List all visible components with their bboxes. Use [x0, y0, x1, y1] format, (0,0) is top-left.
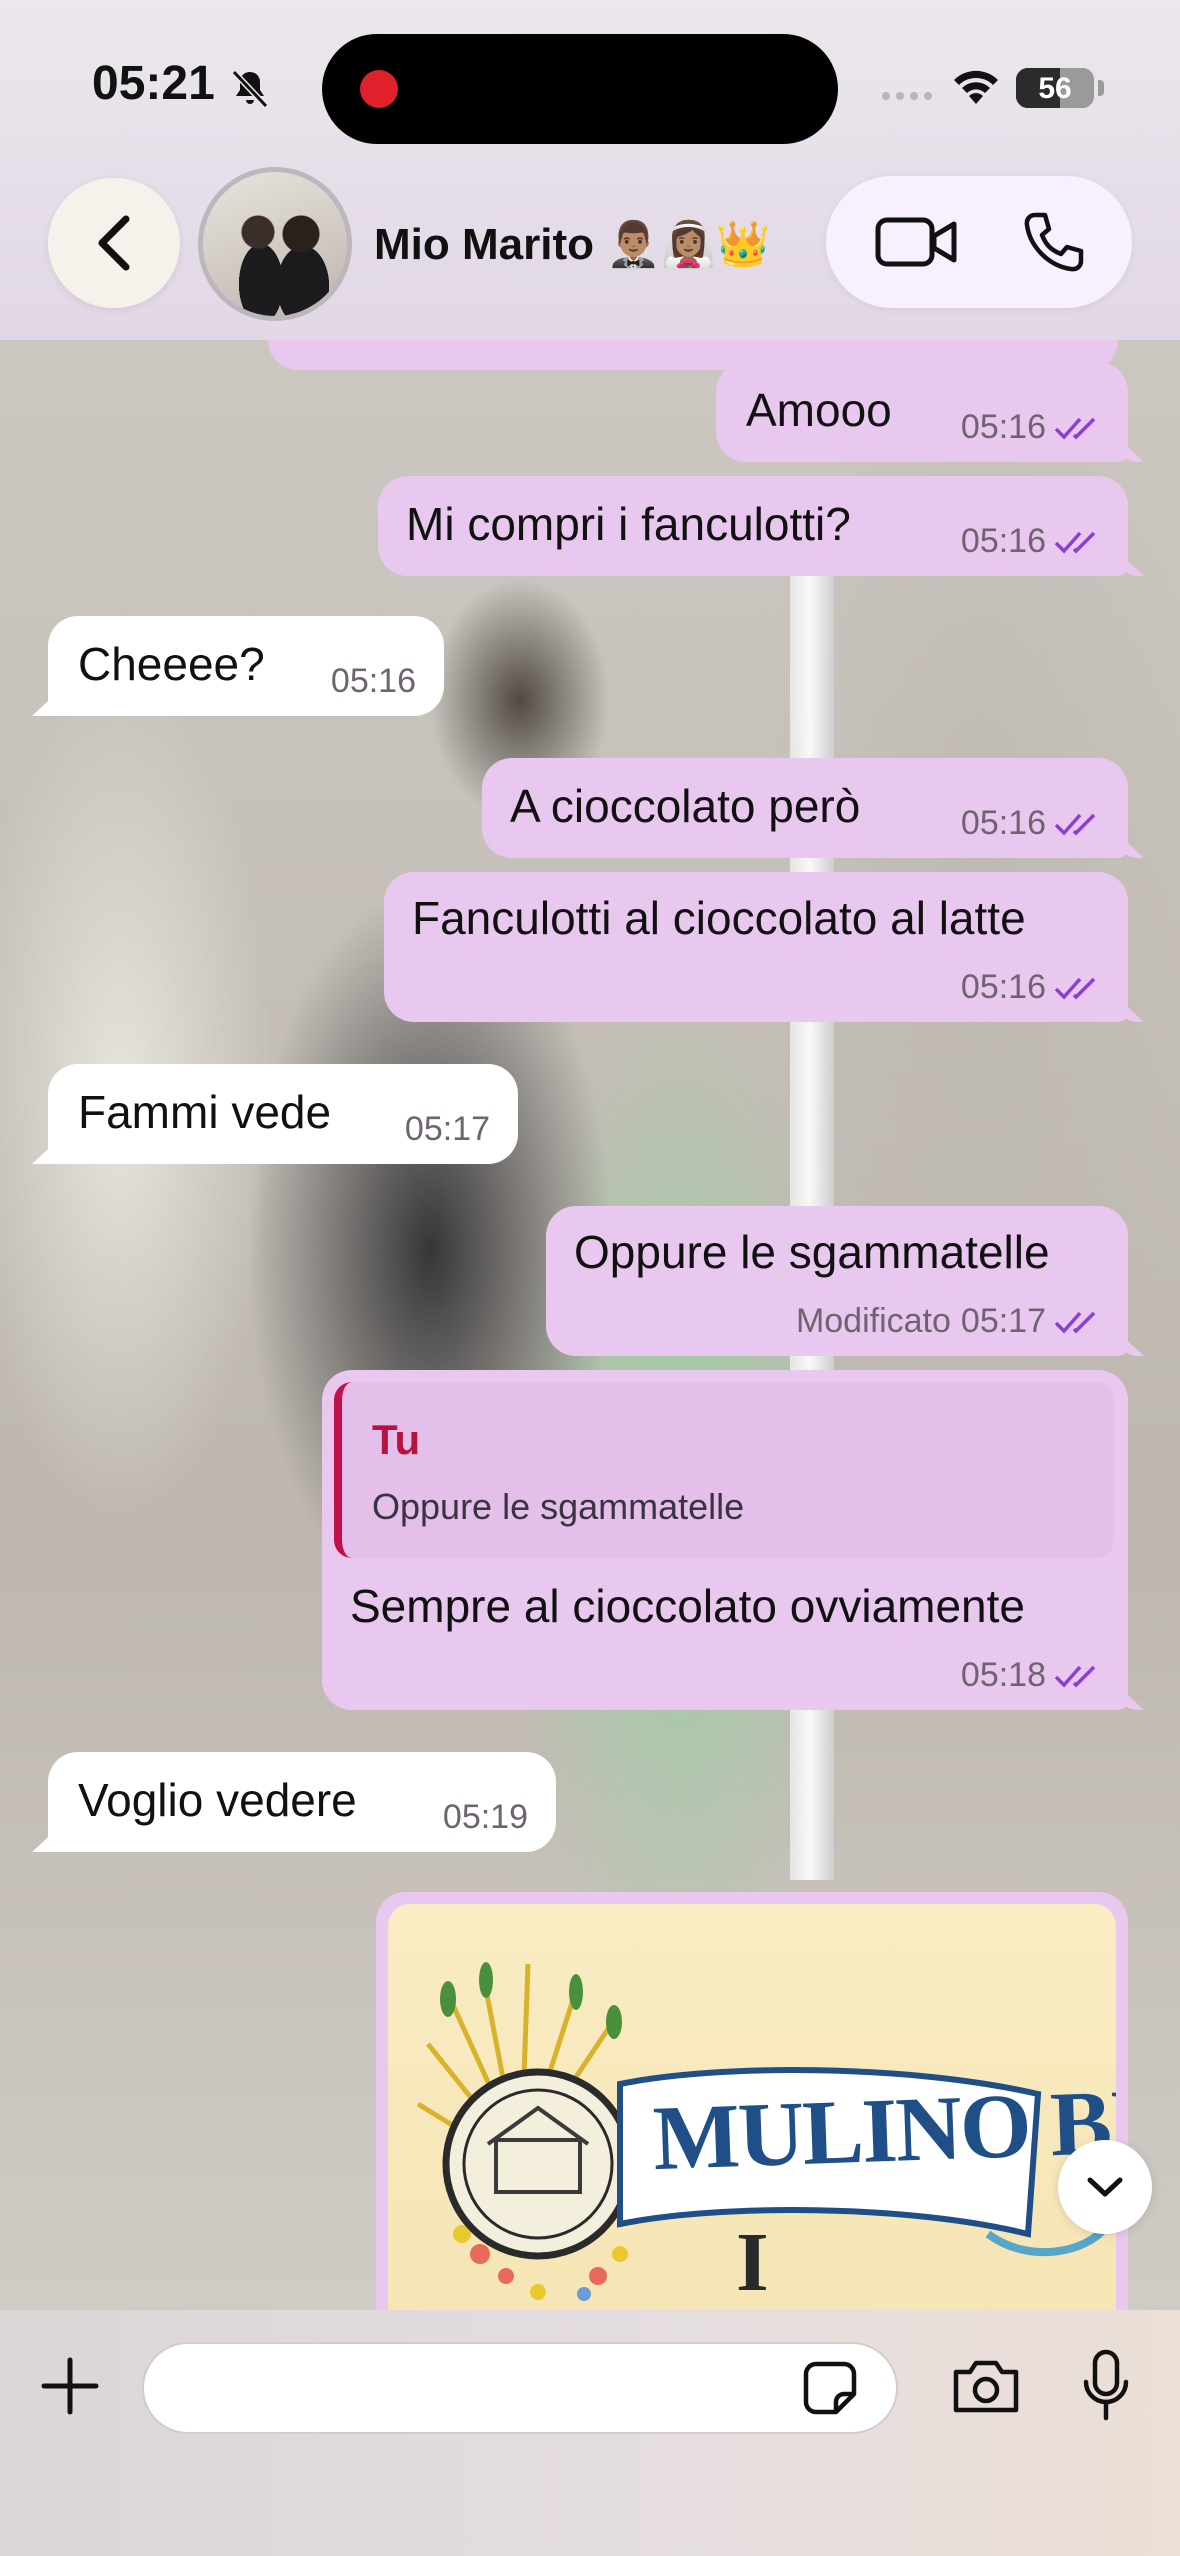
- attach-button[interactable]: [34, 2350, 106, 2422]
- message-time: 05:16: [330, 662, 416, 700]
- message-time: 05:16: [960, 968, 1046, 1006]
- read-ticks-icon: [1054, 1311, 1096, 1334]
- message-text: Mi compri i fanculotti?: [406, 498, 851, 550]
- message-outgoing[interactable]: Mi compri i fanculotti? 05:16: [378, 476, 1128, 576]
- edited-label: Modificato: [795, 1302, 951, 1340]
- wifi-icon: [954, 70, 998, 104]
- message-outgoing[interactable]: Amooo 05:16: [716, 362, 1128, 462]
- message-text: Amooo: [746, 384, 892, 436]
- microphone-button[interactable]: [1074, 2344, 1138, 2428]
- message-meta: 05:16: [331, 662, 416, 701]
- read-ticks-icon: [1054, 813, 1096, 836]
- message-time: 05:19: [442, 1798, 528, 1836]
- message-outgoing[interactable]: Fanculotti al cioccolato al latte 05:16: [384, 872, 1128, 1022]
- message-time: 05:16: [960, 408, 1046, 446]
- message-meta: 05:19: [443, 1798, 528, 1837]
- message-text: Fanculotti al cioccolato al latte: [412, 892, 1026, 944]
- message-meta: 05:17: [405, 1110, 490, 1149]
- message-time: 05:17: [404, 1110, 490, 1148]
- sticker-icon: [803, 2361, 857, 2415]
- voice-call-button[interactable]: [1004, 200, 1104, 284]
- video-camera-icon: [875, 217, 957, 267]
- scroll-to-bottom-button[interactable]: [1058, 2140, 1152, 2234]
- message-input[interactable]: [142, 2342, 898, 2434]
- read-ticks-icon: [1054, 1665, 1096, 1688]
- contact-info[interactable]: Mio Marito 🤵🏽‍♂️👰🏽‍♀️👑: [198, 166, 798, 322]
- contact-name: Mio Marito 🤵🏽‍♂️👰🏽‍♀️👑: [374, 220, 771, 269]
- image-attachment[interactable]: MULINO BIANCO I: [388, 1904, 1116, 2310]
- message-outgoing-image[interactable]: MULINO BIANCO I: [376, 1892, 1128, 2310]
- message-meta: 05:16: [961, 408, 1104, 447]
- back-button[interactable]: [48, 178, 180, 308]
- message-time: 05:16: [960, 804, 1046, 842]
- status-bar: 05:21 56: [0, 0, 1180, 170]
- call-actions: [826, 176, 1132, 308]
- quoted-text: Oppure le sgammatelle: [372, 1486, 745, 1527]
- avatar[interactable]: [198, 167, 352, 321]
- plus-icon: [41, 2357, 99, 2415]
- message-meta: 05:16: [961, 968, 1104, 1007]
- quoted-message[interactable]: Tu Oppure le sgammatelle: [334, 1382, 1114, 1558]
- brand-subtext: I: [736, 2216, 769, 2309]
- read-ticks-icon: [1054, 977, 1096, 1000]
- message-text: A cioccolato però: [510, 780, 861, 832]
- sticker-button[interactable]: [800, 2358, 860, 2418]
- message-outgoing[interactable]: A cioccolato però 05:16: [482, 758, 1128, 858]
- read-ticks-icon: [1054, 417, 1096, 440]
- dynamic-island: [322, 34, 838, 144]
- message-composer: [0, 2310, 1180, 2556]
- message-list[interactable]: Amooo 05:16 Mi compri i fanculotti? 05:1…: [0, 340, 1180, 2310]
- message-text: Cheeee?: [78, 638, 265, 690]
- battery-icon: 56: [1016, 68, 1094, 108]
- message-text: Sempre al cioccolato ovviamente: [350, 1580, 1025, 1632]
- message-time: 05:16: [960, 522, 1046, 560]
- status-time: 05:21: [92, 57, 215, 110]
- battery-nub: [1098, 80, 1104, 96]
- message-meta: 05:18: [961, 1656, 1104, 1695]
- message-incoming[interactable]: Fammi vede 05:17: [48, 1064, 518, 1164]
- bell-off-icon: [231, 69, 269, 109]
- signal-icon: [882, 92, 932, 100]
- message-meta: 05:16: [961, 804, 1104, 843]
- camera-icon: [953, 2360, 1019, 2413]
- message-text: Voglio vedere: [78, 1774, 357, 1826]
- message-time: 05:17: [960, 1302, 1046, 1340]
- camera-button[interactable]: [946, 2350, 1026, 2422]
- battery-level: 56: [1038, 72, 1072, 105]
- chevron-left-icon: [98, 215, 130, 271]
- message-outgoing-reply[interactable]: Tu Oppure le sgammatelle Sempre al ciocc…: [322, 1370, 1128, 1710]
- message-meta: Modificato 05:17: [796, 1302, 1104, 1341]
- message-incoming[interactable]: Voglio vedere 05:19: [48, 1752, 556, 1852]
- quoted-author: Tu: [372, 1416, 421, 1463]
- read-ticks-icon: [1054, 531, 1096, 554]
- message-text: Oppure le sgammatelle: [574, 1226, 1050, 1278]
- recording-indicator: [360, 70, 398, 108]
- message-text: Fammi vede: [78, 1086, 332, 1138]
- message-meta: 05:16: [961, 522, 1104, 561]
- message-time: 05:18: [960, 1656, 1046, 1694]
- video-call-button[interactable]: [856, 202, 976, 282]
- microphone-icon: [1083, 2349, 1129, 2421]
- chevron-down-icon: [1087, 2177, 1123, 2197]
- message-incoming[interactable]: Cheeee? 05:16: [48, 616, 444, 716]
- message-outgoing[interactable]: Oppure le sgammatelle Modificato 05:17: [546, 1206, 1128, 1356]
- phone-icon: [1024, 212, 1084, 272]
